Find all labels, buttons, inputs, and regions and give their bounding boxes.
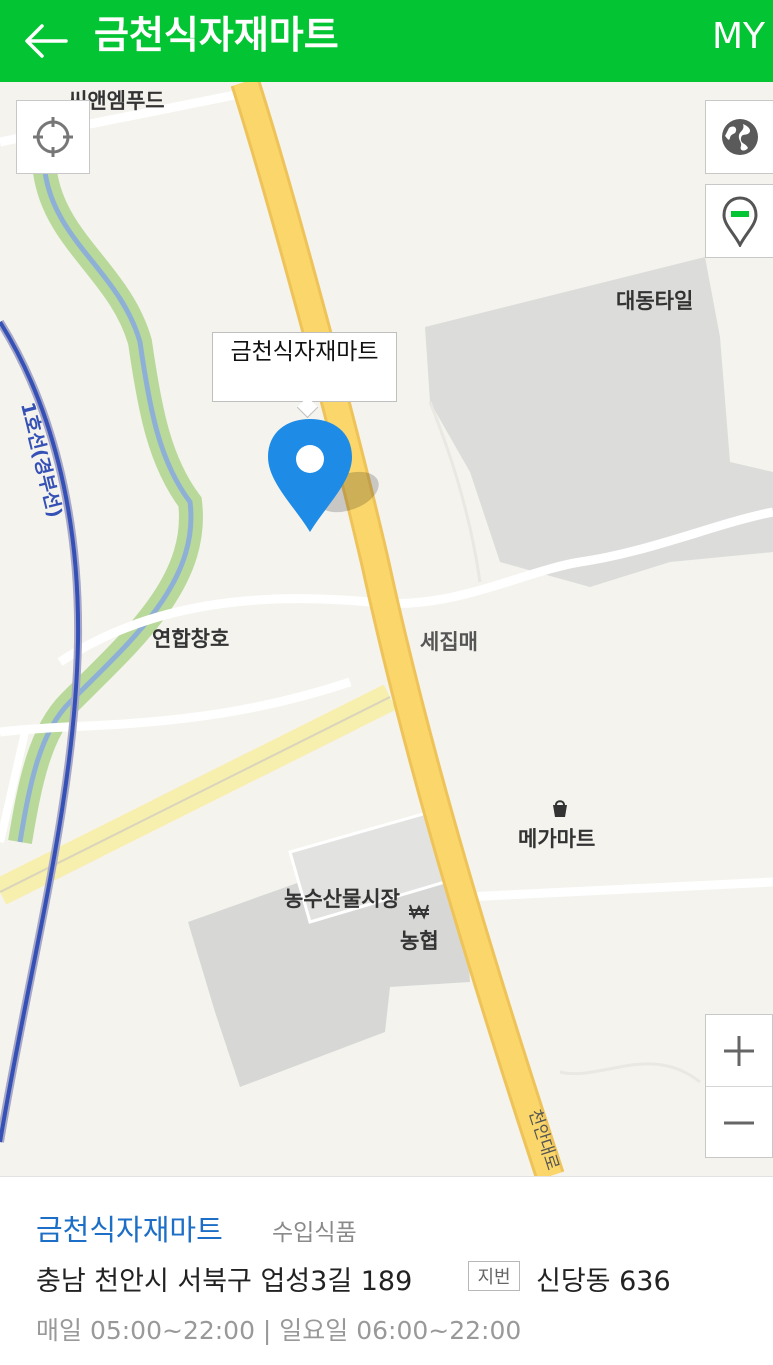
back-button[interactable] — [18, 14, 74, 68]
place-name[interactable]: 금천식자재마트 — [36, 1207, 223, 1249]
map-label: 메가마트 — [518, 827, 596, 851]
map-type-button[interactable] — [705, 100, 773, 174]
map-base — [0, 82, 773, 1176]
zoom-in-button[interactable] — [706, 1015, 772, 1086]
zoom-out-button[interactable] — [706, 1086, 772, 1158]
map-label: 연합창호 — [152, 627, 230, 651]
my-button[interactable]: MY — [712, 14, 765, 60]
minus-icon — [724, 1121, 754, 1124]
crosshair-icon — [33, 117, 73, 157]
map-label: 대동타일 — [616, 289, 694, 313]
back-arrow-icon — [25, 24, 68, 58]
page-title: 금천식자재마트 — [94, 13, 339, 57]
jibun-address: 신당동 636 — [536, 1266, 671, 1297]
map-pin-icon — [722, 196, 758, 247]
map-label: 농수산물시장 — [284, 887, 400, 911]
marker-pin — [268, 419, 352, 532]
road-lower-right — [464, 877, 773, 902]
app-header: 금천식자재마트 MY — [0, 0, 773, 82]
shopping-bag-icon — [553, 800, 567, 817]
map-label: 세집매 — [420, 630, 478, 654]
plus-icon — [724, 1035, 754, 1066]
bank-icon — [409, 904, 429, 920]
road-thin-2 — [559, 1062, 701, 1084]
globe-icon — [722, 119, 758, 155]
map-view[interactable]: 씨앤엠푸드 대동타일 연합창호 세집매 메가마트 농수산물시장 농협 천안대로 … — [0, 82, 773, 1176]
map-label: 농협 — [400, 929, 439, 953]
place-info-panel[interactable]: 금천식자재마트 수입식품 충남 천안시 서북구 업성3길 189 지번 신당동 … — [0, 1176, 773, 1365]
jibun-badge: 지번 — [468, 1261, 520, 1291]
current-location-button[interactable] — [16, 100, 90, 174]
marker-callout[interactable]: 금천식자재마트 — [212, 332, 397, 402]
industrial-area — [425, 257, 773, 587]
place-pin-button[interactable] — [705, 184, 773, 258]
zoom-controls — [705, 1014, 773, 1158]
business-hours: 매일 05:00~22:00 | 일요일 06:00~22:00 — [36, 1316, 522, 1345]
place-category: 수입식품 — [272, 1220, 357, 1246]
place-address: 충남 천안시 서북구 업성3길 189 — [36, 1266, 413, 1297]
